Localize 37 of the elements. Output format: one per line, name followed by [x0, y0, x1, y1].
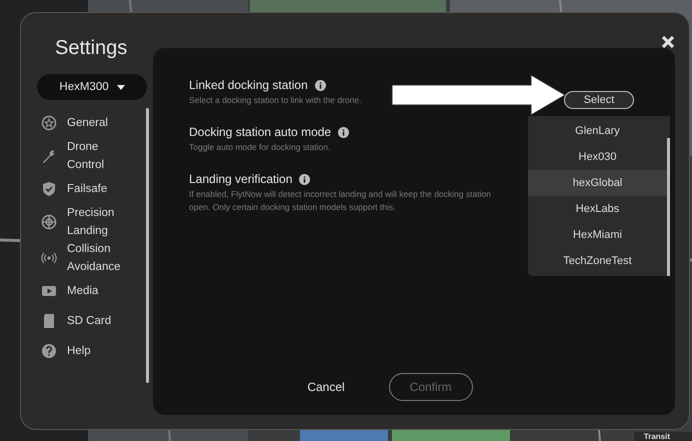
setting-description: Toggle auto mode for docking station. [189, 141, 332, 154]
caret-icon [116, 84, 125, 90]
sd-card-icon [41, 313, 57, 329]
setting-title: Linked docking station [189, 78, 308, 92]
sidebar-item[interactable]: Media [37, 276, 146, 306]
setting-title: Docking station auto mode [189, 125, 332, 139]
dropdown-option[interactable]: TechZoneTest [528, 248, 667, 274]
dropdown-option[interactable]: Hex030 [528, 144, 667, 170]
info-icon[interactable] [338, 126, 350, 138]
info-icon[interactable] [299, 174, 310, 184]
sidebar-item[interactable]: General [37, 108, 146, 138]
setting-title: Landing verification [189, 172, 292, 186]
dropdown-option[interactable]: HexLabs [528, 196, 667, 222]
setting-description: If enabled, FlytNow will detect incorrect landing and will keep the docking station open. Only certain docking station models support this. [189, 188, 492, 214]
sidebar-item[interactable]: Drone Control [37, 138, 146, 174]
shield-icon [41, 181, 57, 197]
dropdown-option[interactable]: GlenLary [528, 118, 667, 144]
sidebar-item[interactable]: Precision Landing [37, 204, 146, 240]
sidebar-item[interactable]: Collision Avoidance [37, 240, 146, 276]
signal-icon [41, 250, 57, 266]
help-icon [41, 343, 57, 359]
play-icon [41, 283, 57, 299]
window-title: Settings [55, 37, 128, 60]
target-icon [41, 214, 57, 230]
drone-selector[interactable]: HexM300 [37, 74, 147, 100]
sidebar-item[interactable]: Help [37, 336, 146, 366]
close-icon[interactable] [661, 35, 675, 49]
setting-description: Select a docking station to link with the drone. [189, 94, 362, 107]
info-icon[interactable] [314, 80, 326, 90]
sidebar-item[interactable]: Failsafe [37, 174, 146, 204]
select-button[interactable]: Select [564, 91, 634, 109]
star-icon [41, 115, 57, 131]
dropdown-option[interactable]: hexGlobal [528, 170, 667, 196]
sidebar-item[interactable]: SD Card [37, 306, 146, 336]
cancel-button[interactable]: Cancel [301, 379, 351, 395]
dropdown-option[interactable]: HexMiami [528, 222, 667, 248]
wrench-icon [41, 148, 57, 164]
